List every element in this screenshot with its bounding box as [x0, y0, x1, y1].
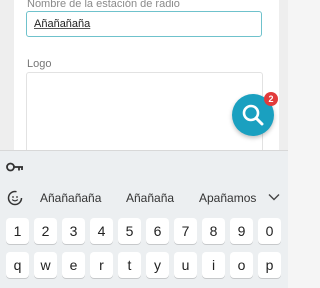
search-icon	[242, 104, 264, 126]
key-y[interactable]: y	[146, 252, 169, 278]
suggestion-1[interactable]: Añañañaña	[40, 191, 101, 205]
on-screen-keyboard: Añañañaña Añañaña Apañamos 1 2 3 4 5 6 7…	[0, 150, 288, 288]
key-i[interactable]: i	[202, 252, 225, 278]
key-icon[interactable]	[6, 160, 24, 174]
key-9[interactable]: 9	[230, 218, 253, 244]
key-0[interactable]: 0	[258, 218, 281, 244]
notification-badge: 2	[264, 92, 278, 106]
key-o[interactable]: o	[230, 252, 253, 278]
emoji-icon[interactable]	[6, 189, 24, 207]
key-3[interactable]: 3	[62, 218, 85, 244]
logo-label: Logo	[27, 58, 52, 70]
key-2[interactable]: 2	[34, 218, 57, 244]
key-e[interactable]: e	[62, 252, 85, 278]
station-name-label: Nombre de la estación de radio	[27, 0, 180, 10]
station-name-input[interactable]: Añañañaña	[26, 11, 262, 37]
key-6[interactable]: 6	[146, 218, 169, 244]
keyboard-toolbar	[0, 151, 288, 182]
suggestion-3[interactable]: Apañamos	[199, 191, 256, 205]
station-name-value: Añañañaña	[34, 18, 91, 30]
key-t[interactable]: t	[118, 252, 141, 278]
logo-upload-area[interactable]	[26, 72, 263, 154]
key-1[interactable]: 1	[6, 218, 29, 244]
key-r[interactable]: r	[90, 252, 113, 278]
chevron-down-icon[interactable]	[268, 193, 280, 201]
screen: { "form": { "station_label": "Nombre de …	[0, 0, 288, 288]
key-8[interactable]: 8	[202, 218, 225, 244]
key-w[interactable]: w	[34, 252, 57, 278]
key-7[interactable]: 7	[174, 218, 197, 244]
key-q[interactable]: q	[6, 252, 29, 278]
key-p[interactable]: p	[258, 252, 281, 278]
key-u[interactable]: u	[174, 252, 197, 278]
suggestion-2[interactable]: Añañaña	[126, 191, 174, 205]
key-4[interactable]: 4	[90, 218, 113, 244]
key-5[interactable]: 5	[118, 218, 141, 244]
